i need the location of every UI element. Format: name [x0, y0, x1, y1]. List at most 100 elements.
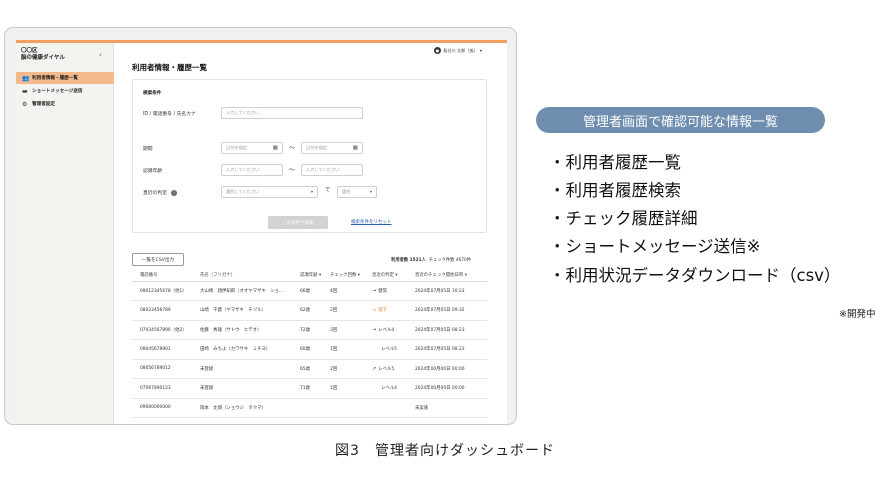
cell-date: 2024年07月05日 08:23	[407, 320, 487, 340]
message-icon: ▬	[22, 87, 28, 95]
cell-phone: 09045678901	[132, 339, 192, 360]
age-min-input[interactable]: 入力してください	[221, 164, 283, 176]
table-row[interactable]: 08056789012 未登録 65歳 2回 ↗ レベル5 2024年00月00日 00:0…	[132, 359, 487, 379]
cell-age: 62歳	[292, 300, 322, 321]
cell-age: 72歳	[292, 320, 322, 340]
cell-name: 大山崎 翔伊知郎（オオヤマザキ ショ…	[192, 281, 292, 301]
reset-search-link[interactable]: 検索条件をリセット	[351, 219, 392, 225]
cell-checks: 1回	[322, 339, 364, 360]
cell-judgement: レベル5	[364, 339, 407, 360]
cell-date: 2024年00月00日 00:00	[407, 378, 487, 399]
search-button[interactable]: この条件で検索	[268, 216, 328, 229]
chevron-down-icon: ▾	[479, 48, 482, 53]
cell-age	[292, 398, 322, 418]
column-header-phone[interactable]: 電話番号	[132, 270, 192, 282]
age-max-input[interactable]: 入力してください	[301, 164, 363, 176]
cell-age: 71歳	[292, 378, 322, 399]
trend-arrow-icon: →	[372, 326, 377, 333]
column-header-checks[interactable]: チェック回数 ▾	[322, 270, 364, 282]
collapse-sidebar-icon[interactable]: ‹	[99, 51, 102, 59]
sidebar-item-label: ショートメッセージ送信	[32, 89, 83, 94]
info-icon[interactable]: i	[171, 189, 177, 196]
judgement-placeholder: 選択してください	[226, 189, 260, 194]
column-header-judgement[interactable]: 直近の判定 ▾	[364, 270, 407, 282]
table-row[interactable]: 09000000000 岡本 丈翔（ショウジ タクマ） 未実施	[132, 398, 487, 418]
range-separator: 〜	[289, 167, 296, 174]
period-end-input[interactable]: 日付を指定 ▦	[301, 142, 363, 154]
feature-item: ・利用者履歴一覧	[549, 153, 681, 172]
table-row[interactable]: 09012345678（他1） 大山崎 翔伊知郎（オオヤマザキ ショ… 66歳 4回 →…	[132, 281, 487, 301]
table-row[interactable]: 07034567890（他2） 佐藤 秀雄（サトウ ヒデオ） 72歳 3回 → レベル4 2…	[132, 320, 487, 340]
cell-date: 2024年00月00日 00:00	[407, 359, 487, 379]
id-search-input[interactable]: 入力してください	[221, 107, 363, 119]
csv-export-button[interactable]: 一覧をCSV出力	[132, 253, 184, 266]
cell-judgement: ↘ 低下	[364, 300, 407, 321]
judgement-value: レベル5	[381, 347, 397, 353]
table-row[interactable]: 09045678901 田崎 みちよ（カワサキ ミチヨ） 60歳 1回 レベル5 2024…	[132, 339, 487, 360]
search-panel: 検索条件 ID / 電話番号 / 氏名カナ 入力してください 期間 日付を指定 …	[132, 79, 487, 233]
cell-checks: 2回	[322, 359, 364, 379]
table-row[interactable]: 08023456789 山崎 千賀（ヤマザキ チヅル） 62歳 2回 ↘ 低下 2024年0…	[132, 300, 487, 321]
cell-phone: 09000000000	[132, 398, 192, 418]
cell-age: 60歳	[292, 339, 322, 360]
page-title: 利用者情報・履歴一覧	[132, 63, 207, 72]
date-placeholder: 日付を指定	[226, 145, 247, 150]
cell-checks	[322, 398, 364, 418]
user-menu[interactable]: ● 長谷川 太郎（仮） ▾	[434, 47, 482, 54]
cell-date: 2024年07月05日 08:23	[407, 339, 487, 360]
cell-name: 佐藤 秀雄（サトウ ヒデオ）	[192, 320, 292, 340]
cell-age: 65歳	[292, 359, 322, 379]
age-placeholder: 入力してください	[226, 167, 260, 172]
feature-item: ・利用状況データダウンロード（csv）	[549, 266, 841, 285]
calendar-icon: ▦	[352, 145, 358, 151]
screenshot-frame: 〇〇区 脳の健康ダイヤル ‹ 👥 利用者情報・履歴一覧 ▬ ショートメッセージ送…	[4, 27, 517, 425]
column-header-date[interactable]: 直近のチェック開始日時 ▾	[407, 270, 487, 282]
brand-line1: 〇〇区	[21, 48, 38, 54]
figure-caption: 図3 管理者向けダッシュボード	[335, 443, 555, 459]
period-start-input[interactable]: 日付を指定 ▦	[221, 142, 283, 154]
cell-phone: 07034567890（他2）	[132, 320, 192, 340]
cell-date: 2024年07月05日 10:23	[407, 281, 487, 301]
calendar-icon: ▦	[272, 145, 278, 151]
id-label: ID / 電話番号 / 氏名カナ	[143, 112, 196, 117]
level-select[interactable]: 選択 ▾	[337, 186, 377, 198]
period-label: 期間	[143, 147, 153, 152]
development-note: ※開発中	[839, 309, 876, 320]
column-header-age[interactable]: 認識年齢 ▾	[292, 270, 322, 282]
judgement-value: レベル5	[378, 366, 395, 372]
cell-judgement: → レベル4	[364, 320, 407, 340]
sidebar-item-label: 管理者設定	[32, 102, 55, 107]
sidebar-item-admin-settings[interactable]: ⚙ 管理者設定	[16, 98, 114, 110]
sidebar-item-short-message[interactable]: ▬ ショートメッセージ送信	[16, 85, 114, 97]
judgement-value: 低下	[378, 308, 387, 314]
table-header-row: 電話番号 氏名（フリガナ） 認識年齢 ▾ チェック回数 ▾ 直近の判定 ▾ 直近…	[132, 270, 487, 282]
cell-judgement: ↗ レベル5	[364, 359, 407, 379]
cell-judgement: → 健常	[364, 281, 407, 301]
user-count: 利用者数 1521人	[391, 258, 426, 263]
cell-phone: 09012345678（他1）	[132, 281, 192, 301]
panel-title: 管理者画面で確認可能な情報一覧	[536, 107, 825, 133]
chevron-down-icon: ▾	[310, 189, 313, 194]
user-name: 長谷川 太郎（仮）	[443, 47, 478, 53]
admin-app: 〇〇区 脳の健康ダイヤル ‹ 👥 利用者情報・履歴一覧 ▬ ショートメッセージ送…	[16, 40, 507, 424]
cell-checks: 3回	[322, 320, 364, 340]
result-counts: 利用者数 1521人 チェック件数 4670件	[391, 257, 471, 263]
sidebar: 〇〇区 脳の健康ダイヤル ‹ 👥 利用者情報・履歴一覧 ▬ ショートメッセージ送…	[16, 43, 114, 424]
judgement-value: レベル4	[378, 327, 395, 333]
cell-checks: 1回	[322, 378, 364, 399]
sidebar-item-user-history[interactable]: 👥 利用者情報・履歴一覧	[16, 72, 114, 84]
cell-judgement: レベル4	[364, 378, 407, 399]
users-icon: 👥	[22, 74, 30, 82]
id-placeholder: 入力してください	[226, 110, 260, 115]
cell-phone: 08023456789	[132, 300, 192, 321]
chevron-down-icon: ▾	[369, 189, 372, 194]
age-label: 認識年齢	[143, 169, 163, 174]
judgement-select[interactable]: 選択してください ▾	[221, 186, 318, 198]
feature-item: ・ショートメッセージ送信※	[549, 237, 761, 256]
user-table: 電話番号 氏名（フリガナ） 認識年齢 ▾ チェック回数 ▾ 直近の判定 ▾ 直近…	[132, 270, 487, 418]
judgement-value: 健常	[378, 288, 387, 294]
cell-name: 未登録	[192, 378, 292, 399]
column-header-name[interactable]: 氏名（フリガナ）	[192, 270, 292, 282]
user-avatar-icon: ●	[434, 47, 441, 54]
table-row[interactable]: 07067890123 未登録 71歳 1回 レベル4 2024年00月00日 00:00	[132, 378, 487, 399]
